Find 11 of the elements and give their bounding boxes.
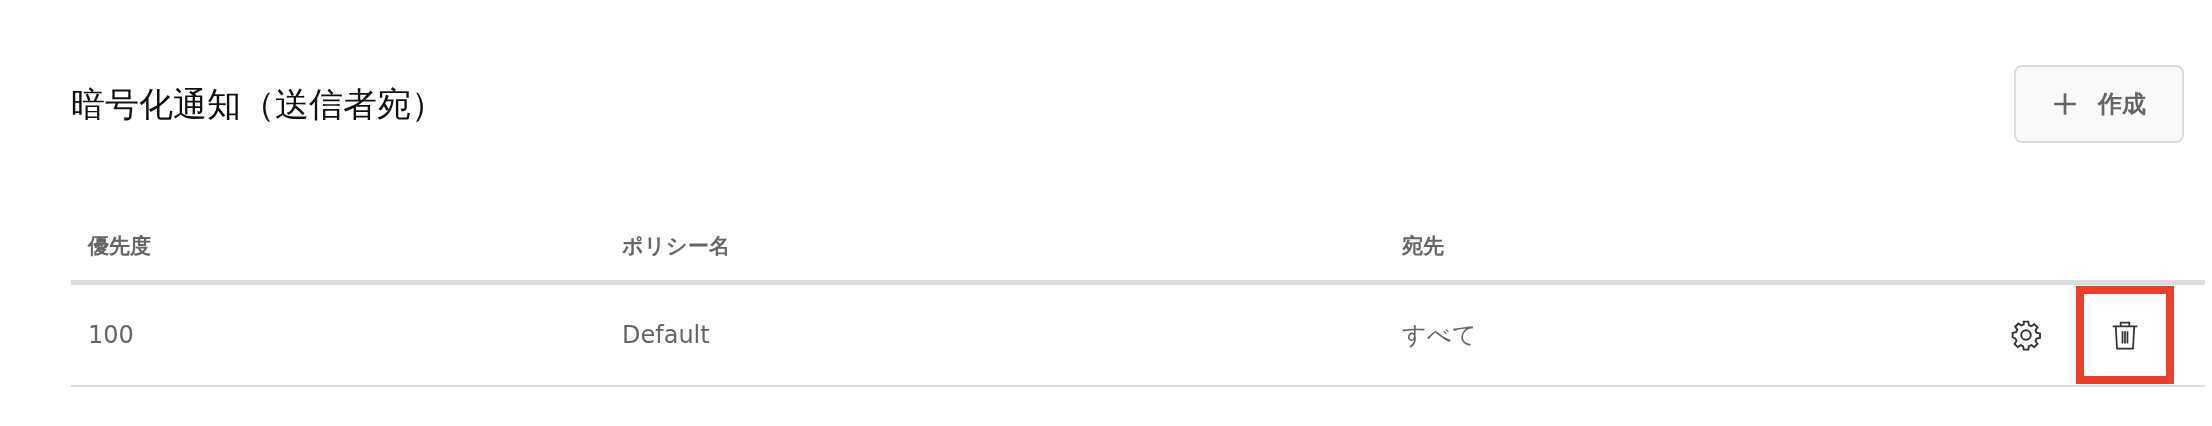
settings-icon[interactable]	[2010, 319, 2042, 351]
table-cell: Default	[622, 321, 710, 349]
table-cell: すべて	[1402, 321, 1477, 349]
column-header: 宛先	[1402, 232, 1445, 260]
create-button[interactable]: 作成	[2014, 65, 2184, 143]
column-header: ポリシー名	[622, 232, 731, 260]
column-header: 優先度	[88, 232, 152, 260]
trash-icon[interactable]	[2110, 319, 2140, 351]
table-cell: 100	[88, 321, 134, 349]
page-title: 暗号化通知（送信者宛）	[71, 83, 445, 125]
plus-icon	[2052, 91, 2078, 117]
